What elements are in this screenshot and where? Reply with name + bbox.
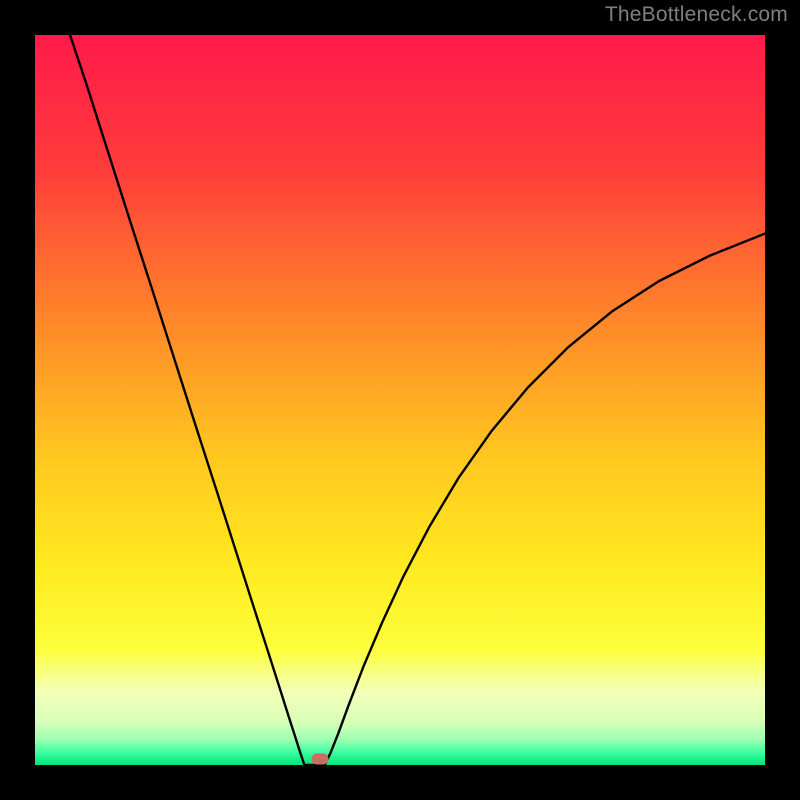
watermark-text: TheBottleneck.com	[605, 3, 788, 27]
min-marker	[311, 754, 328, 765]
plot-area	[35, 35, 765, 765]
curve	[35, 35, 765, 765]
